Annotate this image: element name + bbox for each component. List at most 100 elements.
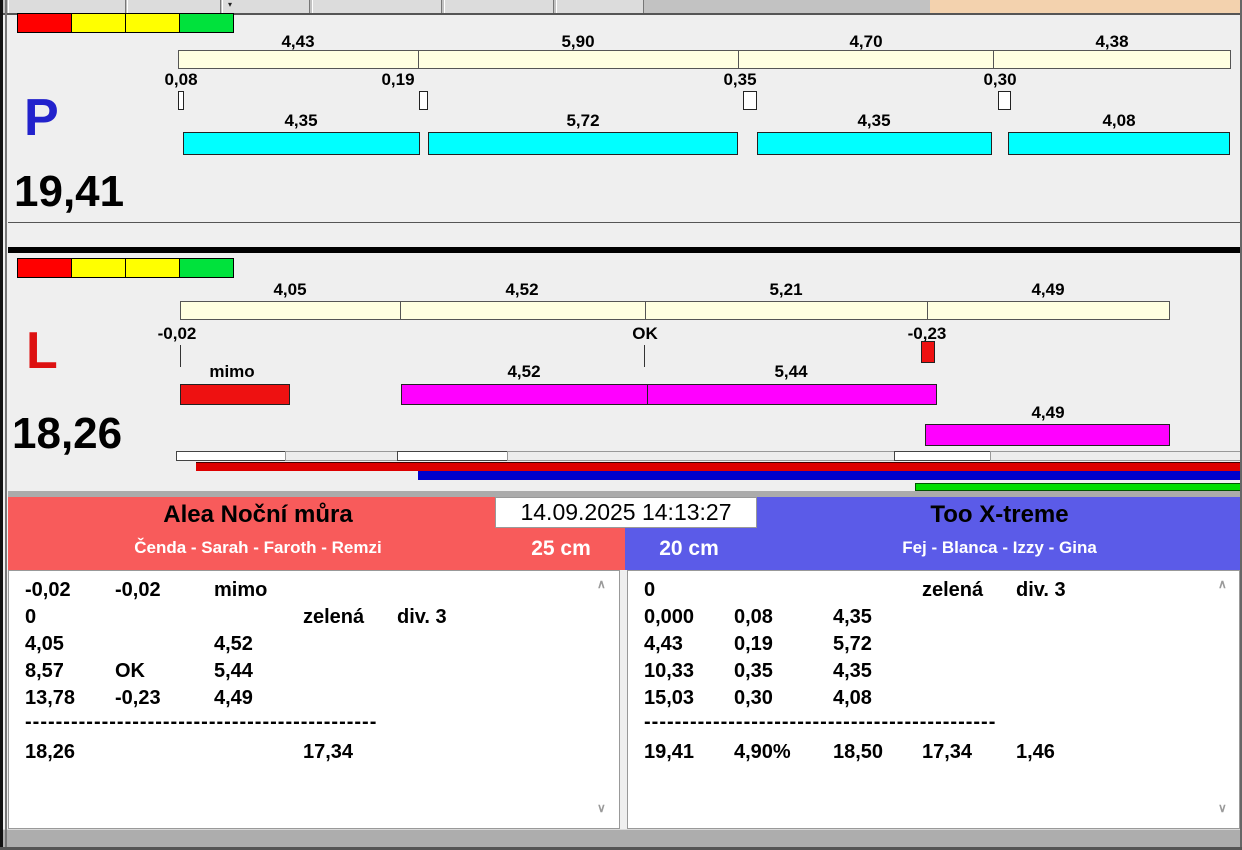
split-time-label: 4,49	[1031, 280, 1065, 299]
legend-cell-green	[179, 13, 234, 33]
toolbar-button[interactable]	[222, 0, 310, 13]
dropdown-arrow-icon[interactable]: ▾	[228, 0, 232, 10]
legend-cell-yellow	[125, 258, 180, 278]
result-cell: 5,72	[833, 633, 872, 655]
result-cell: 4,43	[644, 633, 683, 655]
result-row: 0 zelená div. 3	[628, 579, 1239, 606]
jump-height-badge: 20 cm	[659, 537, 719, 560]
toolbar-button[interactable]	[556, 0, 644, 13]
result-row: 10,33 0,35 4,35	[628, 660, 1239, 687]
legend-cell-yellow	[71, 258, 126, 278]
result-cell: -0,02	[115, 579, 161, 601]
result-cell: div. 3	[1016, 579, 1066, 601]
toolbar-tan-panel	[930, 0, 1242, 13]
result-cell: 0	[25, 606, 37, 628]
toolbar-button[interactable]	[444, 0, 554, 13]
start-mark-label: OK	[632, 324, 658, 343]
result-cell: -0,23	[115, 687, 161, 709]
result-row: 8,57 OK 5,44	[9, 660, 619, 687]
legend-cell-red	[17, 258, 72, 278]
result-cell: 8,57	[25, 660, 64, 682]
run-bar-cyan	[428, 132, 738, 155]
result-cell: zelená	[303, 606, 365, 628]
lane-letter: L	[26, 322, 58, 380]
result-cell: zelená	[922, 579, 984, 601]
split-segment	[738, 50, 994, 69]
split-time-label: 4,05	[273, 280, 307, 299]
result-cell: -0,02	[25, 579, 71, 601]
total-time-cell: 18,26	[25, 741, 76, 763]
result-cell: OK	[115, 660, 145, 682]
toolbar-button[interactable]	[8, 0, 126, 13]
run-bar-magenta	[647, 384, 937, 405]
split-segment	[927, 301, 1170, 320]
result-cell: 4,35	[833, 606, 872, 628]
progress-ruler-segment	[176, 451, 286, 461]
team-name: Alea Noční můra	[163, 501, 353, 528]
scroll-down-icon[interactable]: ∨	[597, 801, 606, 815]
start-offset-box	[419, 91, 428, 110]
progress-ruler-segment	[285, 451, 398, 461]
result-cell: 13,78	[25, 687, 76, 709]
start-offset-label: 0,19	[381, 70, 415, 89]
diff-time-cell: 1,46	[1016, 741, 1055, 763]
run-time-label: 4,35	[284, 111, 318, 130]
result-row: -0,02 -0,02 mimo	[9, 579, 619, 606]
lane-letter: P	[24, 89, 59, 147]
start-offset-label: 0,30	[983, 70, 1017, 89]
result-row: 0 zelená div. 3	[9, 606, 619, 633]
split-segment	[645, 301, 928, 320]
toolbar-button[interactable]	[127, 0, 221, 13]
run-bar-cyan	[1008, 132, 1230, 155]
progress-ruler-segment	[507, 451, 895, 461]
percent-cell: 4,90%	[734, 741, 791, 763]
result-cell: 5,44	[214, 660, 253, 682]
result-cell: 0,30	[734, 687, 773, 709]
run-time-label: 4,35	[857, 111, 891, 130]
legend-cell-green	[179, 258, 234, 278]
result-cell: 4,08	[833, 687, 872, 709]
app-window: ▾ 4,43 5,90 4,70 4,38 0,08 0,19 0,35 0,3…	[0, 0, 1242, 850]
results-pane-left[interactable]: ∧ ∨ -0,02 -0,02 mimo 0 zelená div. 3 4,0…	[8, 570, 620, 829]
early-start-box	[921, 341, 935, 363]
result-cell: 0,08	[734, 606, 773, 628]
result-row: 13,78 -0,23 4,49	[9, 687, 619, 714]
legend-cell-yellow	[71, 13, 126, 33]
lane-total-time: 18,26	[12, 409, 123, 458]
progress-bar-red	[196, 462, 1242, 471]
window-left-border	[0, 0, 3, 850]
split-time-label: 4,52	[505, 280, 539, 299]
split-time-label: 4,43	[281, 32, 315, 51]
result-cell: div. 3	[397, 606, 447, 628]
result-cell: 0,19	[734, 633, 773, 655]
results-pane-right[interactable]: ∧ ∨ 0 zelená div. 3 0,000 0,08 4,35 4,43…	[627, 570, 1240, 829]
datetime-display: 14.09.2025 14:13:27	[495, 497, 757, 528]
run-time-label: 4,52	[507, 362, 541, 381]
panel-divider-line	[8, 222, 1240, 223]
run-time-label: 5,72	[566, 111, 600, 130]
lane-separator	[8, 247, 1242, 253]
progress-ruler-segment	[990, 451, 1242, 461]
split-time-label: 4,38	[1095, 32, 1129, 51]
window-left-border	[5, 0, 7, 850]
split-time-label: 5,21	[769, 280, 803, 299]
split-segment	[180, 301, 401, 320]
result-cell: mimo	[214, 579, 268, 601]
split-time-label: 5,90	[561, 32, 595, 51]
progress-ruler-segment	[397, 451, 508, 461]
totals-row: 18,26 17,34	[9, 741, 619, 768]
result-row: 4,43 0,19 5,72	[628, 633, 1239, 660]
result-row: 0,000 0,08 4,35	[628, 606, 1239, 633]
result-cell: 4,49	[214, 687, 253, 709]
total-time-cell: 19,41	[644, 741, 695, 763]
progress-bar-blue	[418, 471, 1242, 480]
run-time-label: mimo	[209, 362, 255, 381]
totals-row: 19,41 4,90% 18,50 17,34 1,46	[628, 741, 1239, 768]
lane-total-time: 19,41	[14, 167, 125, 216]
scroll-down-icon[interactable]: ∨	[1218, 801, 1227, 815]
split-segment	[418, 50, 739, 69]
legend-cell-red	[17, 13, 72, 33]
toolbar-button[interactable]	[312, 0, 442, 13]
team-members: Fej - Blanca - Izzy - Gina	[902, 538, 1097, 557]
split-segment	[993, 50, 1231, 69]
